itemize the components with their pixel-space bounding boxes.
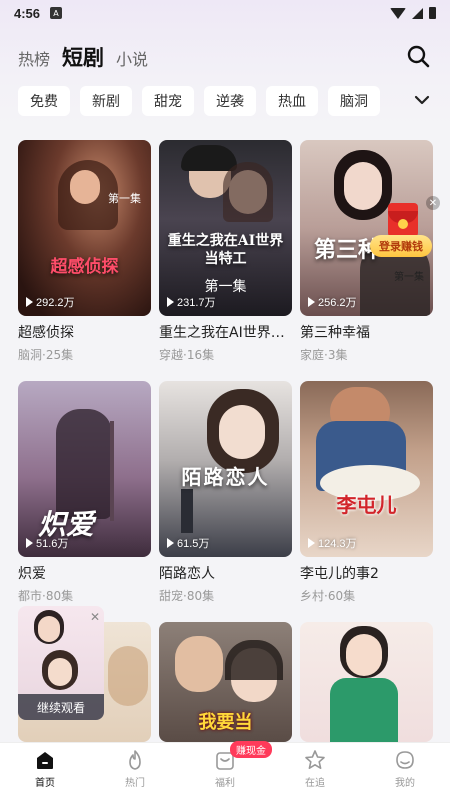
card-meta: 穿越·16集 — [159, 348, 215, 362]
cash-badge: 赚现金 — [230, 741, 272, 758]
episode-label: 第一集 — [108, 192, 141, 205]
nav-hot[interactable]: 热门 — [100, 749, 170, 789]
bottom-nav: 首页 热门 赚现金 福利 在追 我的 — [0, 741, 450, 800]
chip-sweet[interactable]: 甜宠 — [142, 86, 194, 116]
nav-label: 热门 — [125, 778, 145, 789]
card-title: 超感侦探 — [18, 325, 74, 341]
status-time: 4:56 — [14, 5, 41, 21]
drama-card[interactable]: 第一集 超感侦探 292.2万 超感侦探 脑洞·25集 — [18, 140, 151, 363]
flame-icon — [129, 750, 141, 770]
play-icon — [167, 297, 174, 307]
login-reward-button[interactable]: 登录赚钱 — [370, 203, 432, 263]
drama-card[interactable]: 陌路恋人 61.5万 陌路恋人 甜宠·80集 — [159, 381, 292, 604]
notification-icon: A — [50, 7, 63, 19]
tab-hot-list[interactable]: 热榜 — [18, 46, 50, 70]
status-indicators — [390, 7, 436, 19]
coin-icon — [398, 219, 408, 229]
poster-image: 重生之我在AI世界当特工 第一集 231.7万 — [159, 140, 292, 316]
view-count: 124.3万 — [308, 535, 357, 551]
chip-free[interactable]: 免费 — [18, 86, 70, 116]
nav-label: 我的 — [395, 778, 415, 789]
view-count: 231.7万 — [167, 294, 216, 310]
nav-profile[interactable]: 我的 — [370, 749, 440, 789]
poster-image: 炽爱 51.6万 — [18, 381, 151, 557]
card-title: 李屯儿的事2 — [300, 566, 379, 582]
top-tabs: 热榜 短剧 小说 — [18, 42, 148, 72]
card-meta: 脑洞·25集 — [18, 348, 74, 362]
nav-label: 首页 — [35, 778, 55, 789]
card-meta: 乡村·60集 — [300, 589, 356, 603]
card-meta: 家庭·3集 — [300, 348, 348, 362]
chip-new[interactable]: 新剧 — [80, 86, 132, 116]
nav-welfare[interactable]: 赚现金 福利 — [190, 741, 272, 789]
category-chips: 免费 新剧 甜宠 逆袭 热血 脑洞 复 — [18, 86, 388, 116]
drama-card[interactable]: 我要当 — [159, 622, 292, 742]
play-icon — [167, 538, 174, 548]
poster-image: 陌路恋人 61.5万 — [159, 381, 292, 557]
continue-watching-label: 继续观看 — [18, 694, 104, 720]
home-icon — [37, 752, 53, 769]
drama-card[interactable]: 李屯儿 124.3万 李屯儿的事2 乡村·60集 — [300, 381, 433, 604]
search-icon[interactable] — [406, 44, 430, 68]
close-icon[interactable]: ✕ — [90, 610, 100, 624]
chip-hot-blooded[interactable]: 热血 — [266, 86, 318, 116]
poster-image: 李屯儿 124.3万 — [300, 381, 433, 557]
nav-following[interactable]: 在追 — [280, 749, 350, 789]
drama-card[interactable] — [300, 622, 433, 742]
play-icon — [308, 297, 315, 307]
chevron-down-icon[interactable] — [412, 90, 432, 110]
poster-art-title: 重生之我在AI世界当特工 — [167, 233, 284, 267]
wifi-icon — [390, 7, 406, 19]
continue-watching-card[interactable]: ✕ 继续观看 — [18, 606, 104, 720]
episode-label: 第一集 — [204, 279, 247, 295]
poster-art-title: 李屯儿 — [336, 493, 397, 517]
poster-art-title: 陌路恋人 — [181, 465, 270, 489]
card-meta: 都市·80集 — [18, 589, 74, 603]
episode-label: 第一集 — [394, 272, 424, 283]
card-title: 陌路恋人 — [159, 566, 215, 582]
poster-art-title: 我要当 — [198, 712, 253, 733]
signal-icon — [412, 7, 423, 19]
play-icon — [308, 538, 315, 548]
poster-image: 我要当 — [159, 622, 292, 742]
card-meta: 甜宠·80集 — [159, 589, 215, 603]
view-count: 51.6万 — [26, 535, 68, 551]
drama-card[interactable]: 炽爱 51.6万 炽爱 都市·80集 — [18, 381, 151, 604]
nav-home[interactable]: 首页 — [10, 749, 80, 789]
card-title: 炽爱 — [18, 566, 46, 582]
nav-label: 在追 — [305, 778, 325, 789]
play-icon — [26, 538, 33, 548]
drama-card[interactable]: 重生之我在AI世界当特工 第一集 231.7万 重生之我在AI世界当特工 穿越·… — [159, 140, 292, 363]
redpack-label: 登录赚钱 — [370, 235, 432, 257]
star-icon — [305, 750, 325, 769]
tab-novel[interactable]: 小说 — [116, 46, 148, 70]
chip-fantasy[interactable]: 脑洞 — [328, 86, 380, 116]
poster-image: 第一集 超感侦探 292.2万 — [18, 140, 151, 316]
battery-icon — [429, 7, 436, 19]
play-icon — [26, 297, 33, 307]
poster-art-title: 超感侦探 — [50, 257, 119, 277]
view-count: 256.2万 — [308, 294, 357, 310]
chip-comeback[interactable]: 逆袭 — [204, 86, 256, 116]
view-count: 292.2万 — [26, 294, 75, 310]
tab-short-drama[interactable]: 短剧 — [62, 42, 104, 72]
nav-label: 福利 — [215, 778, 235, 789]
view-count: 61.5万 — [167, 535, 209, 551]
status-bar: 4:56 A — [0, 0, 450, 26]
profile-icon — [396, 751, 414, 769]
poster-image — [300, 622, 433, 742]
card-title: 第三种幸福 — [300, 325, 370, 341]
card-title: 重生之我在AI世界当特工 — [159, 325, 292, 341]
